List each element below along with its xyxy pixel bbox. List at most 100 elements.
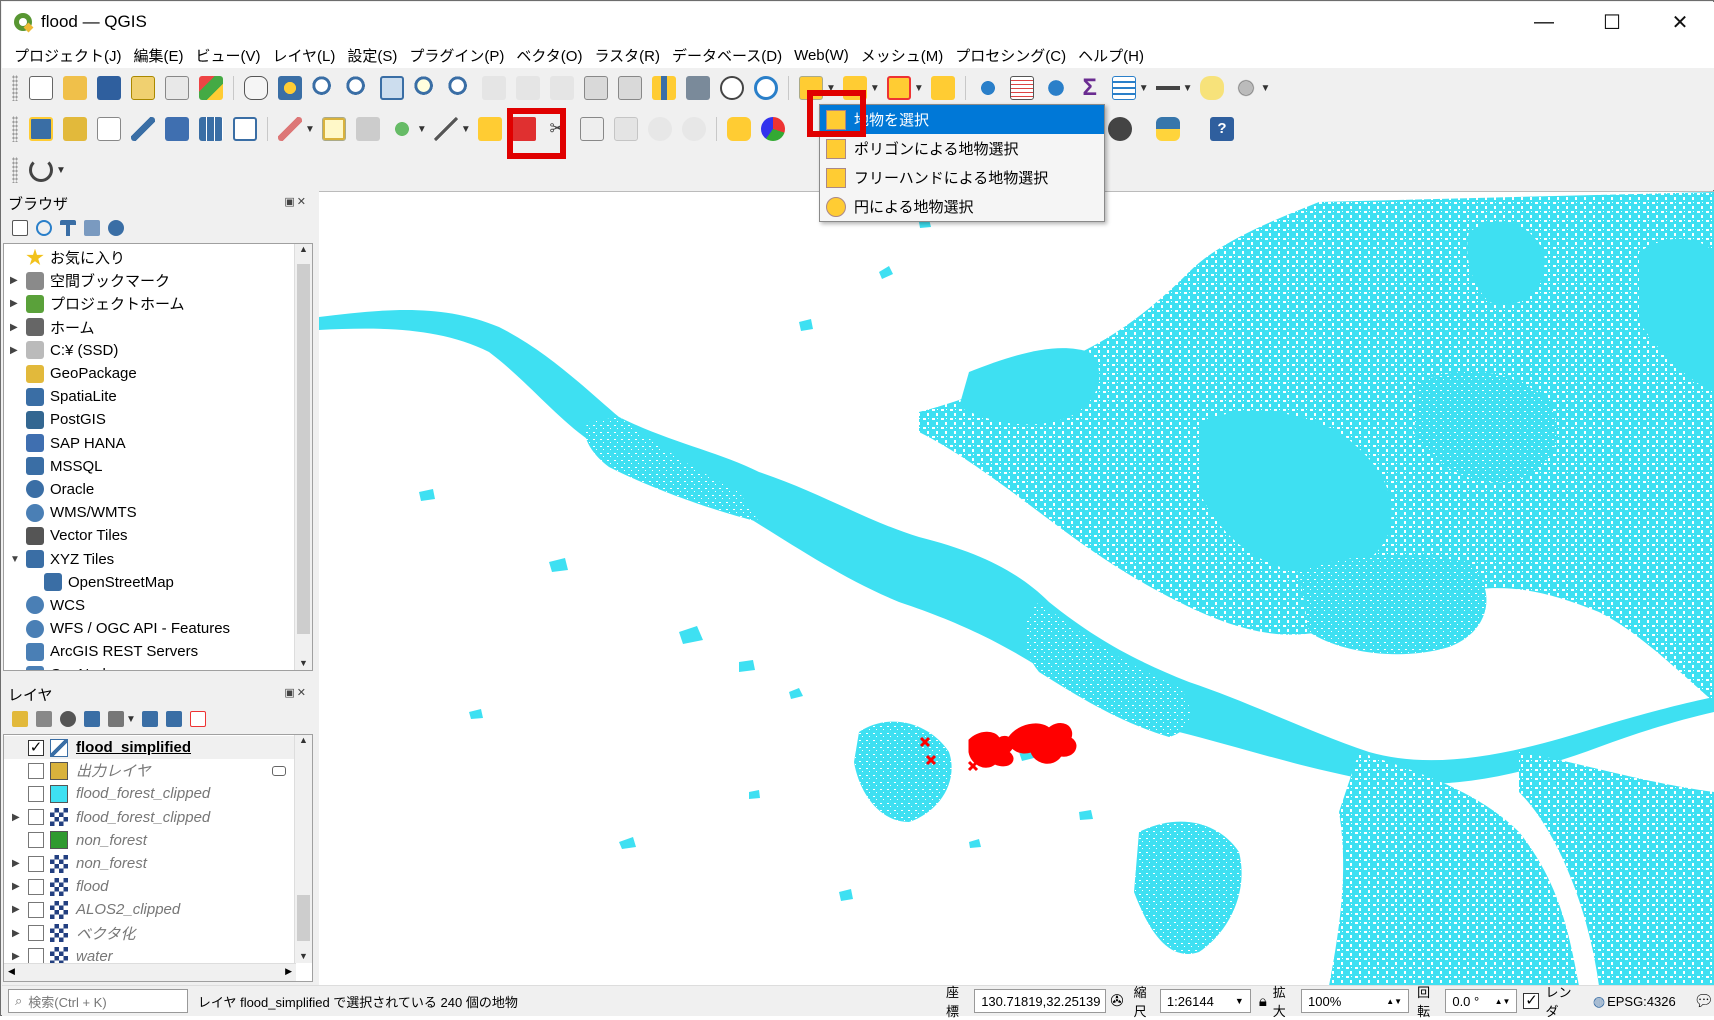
- expand-arrow-icon[interactable]: ▼: [10, 554, 20, 565]
- panel-float-close-icon[interactable]: ▣✕: [284, 686, 308, 699]
- collapse-all-icon[interactable]: [84, 220, 100, 236]
- spinner-dropdown[interactable]: ▼: [56, 165, 66, 176]
- layers-hscrollbar[interactable]: ◀ ▶: [4, 963, 296, 981]
- field-calculator-dropdown[interactable]: ▼: [1139, 83, 1149, 94]
- expand-arrow-icon[interactable]: ▶: [12, 812, 26, 823]
- toggle-extents-mouse-icon[interactable]: ✇: [1110, 991, 1123, 1011]
- menu-item-11[interactable]: プロセシング(C): [949, 45, 1072, 66]
- menu-item-2[interactable]: ビュー(V): [190, 45, 267, 66]
- scale-combo[interactable]: 1:26144 ▼: [1159, 989, 1251, 1013]
- add-selected-layers-icon[interactable]: [12, 220, 28, 236]
- expand-arrow-icon[interactable]: ▶: [10, 275, 20, 286]
- paste-features-icon[interactable]: [613, 117, 638, 141]
- plugin-globe-icon[interactable]: [1108, 117, 1132, 141]
- vertex-tool-dropdown[interactable]: ▼: [461, 124, 471, 135]
- rotation-spinbox[interactable]: 0.0 ° ▲▼: [1445, 989, 1518, 1013]
- expand-arrow-icon[interactable]: ▶: [12, 881, 26, 892]
- copy-features-icon[interactable]: [579, 117, 604, 141]
- new-bookmark-icon[interactable]: [652, 76, 676, 100]
- style-manager-icon[interactable]: [199, 76, 223, 100]
- help-icon[interactable]: ?: [1210, 117, 1234, 141]
- menu-item-9[interactable]: Web(W): [788, 47, 855, 64]
- open-project-icon[interactable]: [63, 76, 87, 100]
- layer-visibility-checkbox[interactable]: [28, 901, 44, 918]
- new-3d-view-icon[interactable]: [618, 76, 642, 100]
- toolbox-gear-icon[interactable]: [1043, 76, 1068, 100]
- toolbar-handle[interactable]: [12, 75, 18, 101]
- filter-dropdown[interactable]: ▼: [126, 714, 136, 725]
- render-checkbox[interactable]: ✓: [1523, 993, 1540, 1009]
- expand-arrow-icon[interactable]: ▶: [10, 345, 20, 356]
- layer-item[interactable]: ▶ non_forest: [4, 852, 312, 875]
- manage-map-themes-icon[interactable]: [60, 711, 76, 727]
- lock-scale-icon[interactable]: 🔒︎: [1259, 993, 1267, 1010]
- menu-item-4[interactable]: 設定(S): [341, 45, 403, 66]
- panel-float-close-icon[interactable]: ▣✕: [284, 195, 308, 208]
- zoom-to-layer-icon[interactable]: [448, 76, 472, 100]
- measure-icon[interactable]: [1155, 76, 1180, 100]
- attribute-table-icon[interactable]: [1009, 76, 1034, 100]
- layer-visibility-checkbox[interactable]: [28, 925, 44, 942]
- layer-item[interactable]: ▶ flood: [4, 875, 312, 898]
- browser-item[interactable]: WMS/WMTS: [4, 501, 312, 524]
- add-group-icon[interactable]: [36, 711, 52, 727]
- browser-item[interactable]: GeoPackage: [4, 362, 312, 385]
- browser-item[interactable]: OpenStreetMap: [4, 571, 312, 594]
- layer-item[interactable]: non_forest: [4, 829, 312, 852]
- data-source-manager-icon[interactable]: [29, 117, 53, 141]
- layout-manager-icon[interactable]: [165, 76, 189, 100]
- locator-search-box[interactable]: ⌕ 検索(Ctrl + K): [8, 989, 188, 1013]
- save-edits-icon[interactable]: [355, 117, 380, 141]
- deselect-icon[interactable]: [886, 76, 911, 100]
- current-edits-dropdown[interactable]: ▼: [305, 124, 315, 135]
- add-feature-dropdown[interactable]: ▼: [417, 124, 427, 135]
- menu-item-7[interactable]: ラスタ(R): [588, 45, 666, 66]
- expand-arrow-icon[interactable]: ▶: [10, 298, 20, 309]
- browser-item[interactable]: PostGIS: [4, 408, 312, 431]
- menu-item-10[interactable]: メッシュ(M): [855, 45, 950, 66]
- new-shapefile-layer-icon[interactable]: [97, 117, 121, 141]
- browser-item[interactable]: ▶ プロジェクトホーム: [4, 292, 312, 315]
- expand-all-icon[interactable]: [141, 711, 158, 727]
- map-tips-icon[interactable]: [1199, 76, 1224, 100]
- magnifier-spinbox[interactable]: 100% ▲▼: [1301, 989, 1410, 1013]
- browser-item[interactable]: ▶ 空間ブックマーク: [4, 269, 312, 292]
- save-project-icon[interactable]: [97, 76, 121, 100]
- new-print-layout-icon[interactable]: [131, 76, 155, 100]
- new-project-icon[interactable]: [29, 76, 53, 100]
- layer-item[interactable]: ▶ flood_forest_clipped: [4, 806, 312, 829]
- menu-item-5[interactable]: プラグイン(P): [403, 45, 510, 66]
- open-layer-styling-icon[interactable]: [12, 711, 28, 727]
- temporal-controller-icon[interactable]: [720, 76, 744, 100]
- zoom-out-icon[interactable]: [346, 76, 370, 100]
- map-canvas[interactable]: [319, 191, 1714, 985]
- select-menu-item-1[interactable]: ポリゴンによる地物選択: [820, 134, 1104, 163]
- layer-visibility-checkbox[interactable]: [28, 785, 44, 802]
- browser-item[interactable]: SAP HANA: [4, 432, 312, 455]
- browser-item[interactable]: Vector Tiles: [4, 524, 312, 547]
- layer-visibility-checkbox[interactable]: [28, 809, 44, 826]
- show-bookmarks-icon[interactable]: [686, 76, 710, 100]
- close-button[interactable]: ✕: [1646, 2, 1714, 42]
- browser-item[interactable]: ▼ XYZ Tiles: [4, 547, 312, 570]
- current-edits-icon[interactable]: [278, 117, 302, 141]
- vertex-tool-icon[interactable]: [433, 117, 458, 141]
- measure-dropdown[interactable]: ▼: [1183, 83, 1193, 94]
- refresh-icon[interactable]: [754, 76, 778, 100]
- menu-item-8[interactable]: データベース(D): [666, 45, 788, 66]
- layer-visibility-checkbox[interactable]: ✓: [28, 739, 44, 756]
- expand-arrow-icon[interactable]: ▶: [12, 951, 26, 962]
- layer-item[interactable]: 出力レイヤ: [4, 759, 312, 782]
- browser-scrollbar-thumb[interactable]: [297, 264, 310, 634]
- collapse-all-icon[interactable]: [165, 711, 182, 727]
- locator-search-icon[interactable]: [1233, 76, 1258, 100]
- menu-item-1[interactable]: 編集(E): [128, 45, 190, 66]
- layers-scrollbar[interactable]: ▲ ▼: [294, 735, 312, 963]
- select-by-location-icon[interactable]: [930, 76, 955, 100]
- layer-item[interactable]: ▶ ベクタ化: [4, 922, 312, 945]
- browser-item[interactable]: Oracle: [4, 478, 312, 501]
- select-by-value-dropdown[interactable]: ▼: [870, 83, 880, 94]
- layer-item[interactable]: flood_forest_clipped: [4, 782, 312, 805]
- browser-item[interactable]: ArcGIS REST Servers: [4, 640, 312, 663]
- browser-item[interactable]: ▶ ホーム: [4, 316, 312, 339]
